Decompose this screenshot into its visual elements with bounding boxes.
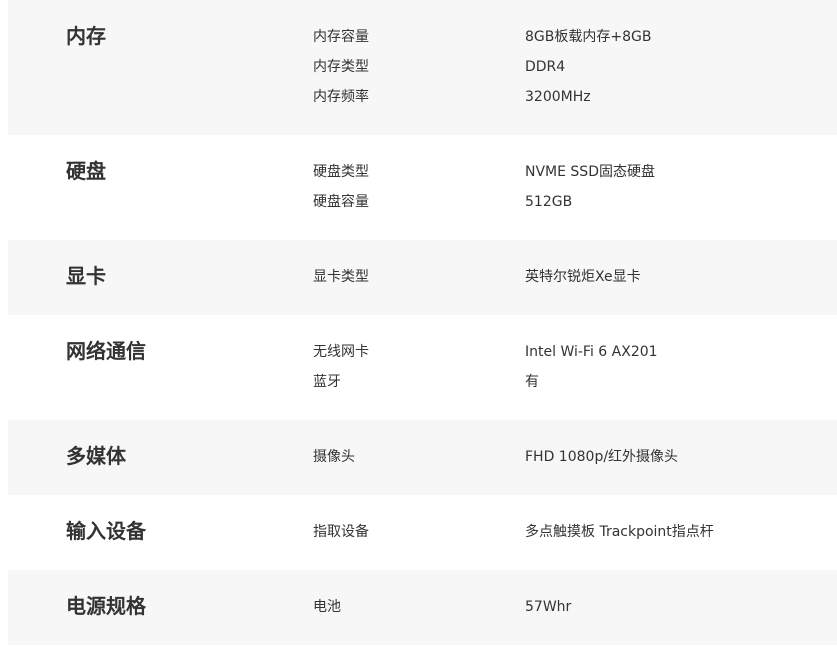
spec-value: 57Whr [525, 599, 572, 615]
spec-row: 硬盘类型 NVME SSD固态硬盘 [8, 157, 837, 187]
spec-row: 内存频率 3200MHz [8, 82, 837, 112]
spec-label: 内存容量 [313, 29, 369, 45]
spec-value: 英特尔锐炬Xe显卡 [525, 269, 641, 285]
spec-label: 蓝牙 [313, 374, 341, 390]
spec-row: 指取设备 多点触摸板 Trackpoint指点杆 [8, 517, 837, 547]
spec-section-input: 输入设备 指取设备 多点触摸板 Trackpoint指点杆 [8, 495, 837, 570]
spec-row: 蓝牙 有 [8, 367, 837, 397]
spec-section-graphics: 显卡 显卡类型 英特尔锐炬Xe显卡 [8, 240, 837, 315]
spec-value: 有 [525, 374, 539, 390]
spec-row: 电池 57Whr [8, 592, 837, 622]
spec-label: 内存类型 [313, 59, 369, 75]
spec-row: 硬盘容量 512GB [8, 187, 837, 217]
spec-value: DDR4 [525, 59, 566, 75]
spec-label: 电池 [313, 599, 341, 615]
spec-label: 显卡类型 [313, 269, 369, 285]
spec-label: 指取设备 [313, 524, 369, 540]
spec-label: 摄像头 [313, 449, 355, 465]
spec-value: FHD 1080p/红外摄像头 [525, 449, 679, 465]
spec-section-network: 网络通信 无线网卡 Intel Wi-Fi 6 AX201 蓝牙 有 [8, 315, 837, 420]
spec-label: 内存频率 [313, 89, 369, 105]
spec-row: 内存类型 DDR4 [8, 52, 837, 82]
spec-label: 硬盘类型 [313, 164, 369, 180]
spec-section-power: 电源规格 电池 57Whr [8, 570, 837, 645]
spec-value: 8GB板载内存+8GB [525, 29, 652, 45]
spec-value: 多点触摸板 Trackpoint指点杆 [525, 524, 714, 540]
spec-section-memory: 内存 内存容量 8GB板载内存+8GB 内存类型 DDR4 内存频率 3200M… [8, 0, 837, 135]
spec-value: 3200MHz [525, 89, 591, 105]
spec-label: 硬盘容量 [313, 194, 369, 210]
spec-row: 无线网卡 Intel Wi-Fi 6 AX201 [8, 337, 837, 367]
spec-label: 无线网卡 [313, 344, 369, 360]
spec-row: 显卡类型 英特尔锐炬Xe显卡 [8, 262, 837, 292]
spec-row: 内存容量 8GB板载内存+8GB [8, 22, 837, 52]
spec-value: Intel Wi-Fi 6 AX201 [525, 344, 658, 360]
spec-row: 摄像头 FHD 1080p/红外摄像头 [8, 442, 837, 472]
spec-section-multimedia: 多媒体 摄像头 FHD 1080p/红外摄像头 [8, 420, 837, 495]
spec-value: NVME SSD固态硬盘 [525, 164, 655, 180]
spec-section-storage: 硬盘 硬盘类型 NVME SSD固态硬盘 硬盘容量 512GB [8, 135, 837, 240]
spec-table: 内存 内存容量 8GB板载内存+8GB 内存类型 DDR4 内存频率 3200M… [0, 0, 837, 656]
spec-value: 512GB [525, 194, 573, 210]
